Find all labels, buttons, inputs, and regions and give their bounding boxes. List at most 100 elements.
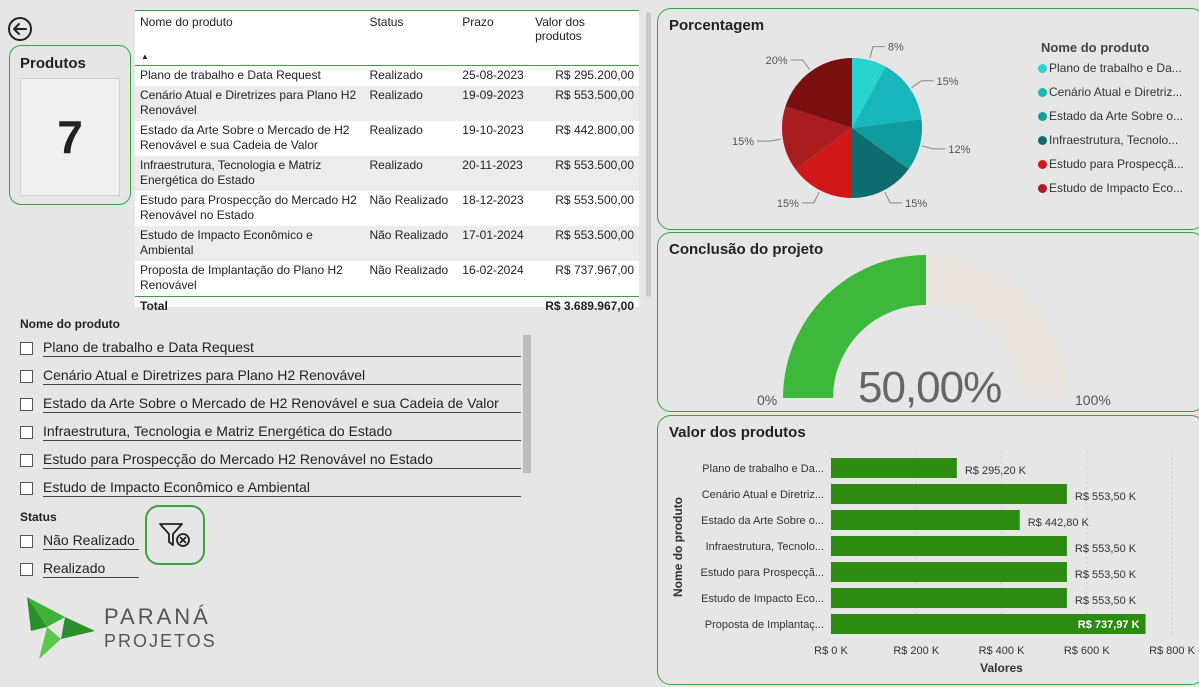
legend-item[interactable]: Infraestrutura, Tecnolo... — [1038, 133, 1178, 147]
bar[interactable] — [831, 510, 1020, 530]
legend-color-marker — [1038, 159, 1047, 169]
clear-filter-icon — [159, 523, 190, 547]
cell-status: Não Realizado — [369, 263, 449, 277]
cell-status: Realizado — [369, 68, 423, 82]
gauge-min-label: 0% — [757, 392, 778, 408]
x-tick-label: R$ 600 K — [1064, 645, 1111, 657]
legend-item-label: Infraestrutura, Tecnolo... — [1049, 133, 1179, 147]
table-row[interactable]: Cenário Atual e Diretrizes para Plano H2… — [135, 86, 639, 121]
table-row[interactable]: Estudo de Impacto Econômico e Ambiental N… — [135, 226, 639, 261]
pie-leader-line — [869, 46, 885, 59]
gauge-max-label: 100% — [1075, 392, 1111, 408]
pie-leader-line — [884, 191, 903, 204]
cell-status: Não Realizado — [369, 193, 449, 207]
legend-item[interactable]: Plano de trabalho e Da... — [1038, 61, 1182, 75]
table-row[interactable]: Estado da Arte Sobre o Mercado de H2 Ren… — [135, 121, 639, 156]
bar[interactable] — [831, 562, 1067, 582]
pie-chart[interactable]: 8% 15% 12% 15% 15% 15% 20% — [658, 9, 1018, 231]
bar[interactable] — [831, 458, 957, 478]
legend-color-marker — [1038, 183, 1047, 193]
slicer-status-item[interactable]: Realizado — [20, 558, 139, 580]
total-value: R$ 3.689.967,00 — [530, 296, 639, 317]
y-tick-label: Cenário Atual e Diretriz... — [702, 489, 824, 501]
legend-item[interactable]: Cenário Atual e Diretriz... — [1038, 85, 1182, 99]
bar-data-label: R$ 553,50 K — [1075, 569, 1137, 581]
slicer-scrollbar[interactable] — [523, 335, 531, 473]
cell-valor: R$ 737.967,00 — [555, 263, 634, 277]
cell-prazo: 19-10-2023 — [462, 123, 524, 137]
cell-status: Realizado — [364, 156, 458, 191]
slicer-nome-item[interactable]: Estudo de Impacto Econômico e Ambiental — [20, 477, 521, 499]
back-button[interactable] — [6, 15, 36, 45]
cell-prazo: 25-08-2023 — [462, 68, 524, 82]
clear-filters-button[interactable] — [145, 505, 205, 565]
pie-slice-label: 12% — [948, 144, 970, 156]
legend-item[interactable]: Estudo de Impacto Eco... — [1038, 181, 1183, 195]
slicer-nome-item[interactable]: Plano de trabalho e Data Request — [20, 337, 521, 359]
bar-chart-panel: Valor dos produtos R$ 0 K R$ 200 K R$ 400 … — [657, 415, 1199, 685]
table-header-row: Nome do produto ▲ Status Prazo Valor dos … — [135, 11, 639, 66]
bar-chart[interactable]: R$ 0 K R$ 200 K R$ 400 K R$ 600 K R$ 800 K Pl… — [658, 416, 1199, 686]
slicer-nome-item-label: Cenário Atual e Diretrizes para Plano H2… — [43, 367, 521, 385]
checkbox[interactable] — [20, 341, 33, 355]
cell-status: Não Realizado — [364, 226, 458, 261]
cell-prazo: 17-01-2024 — [457, 226, 531, 261]
legend-item-label: Estudo de Impacto Eco... — [1049, 181, 1184, 195]
produtos-count: 7 — [20, 78, 120, 196]
y-tick-label: Estudo de Impacto Eco... — [701, 593, 824, 605]
bar[interactable] — [831, 536, 1067, 556]
checkbox[interactable] — [20, 369, 33, 383]
bar[interactable] — [831, 484, 1067, 504]
slicer-nome-item[interactable]: Estudo para Prospecção do Mercado H2 Ren… — [20, 449, 521, 471]
bar[interactable] — [831, 588, 1067, 608]
gauge-panel: Conclusão do projeto 50,00% 0% 100% — [657, 232, 1199, 412]
legend-item[interactable]: Estado da Arte Sobre o... — [1038, 109, 1183, 123]
legend-item-label: Estudo para Prospecçã... — [1049, 157, 1184, 171]
cell-nome: Estudo para Prospecção do Mercado H2 Ren… — [140, 193, 357, 222]
column-header-nome[interactable]: Nome do produto ▲ — [135, 11, 365, 66]
checkbox[interactable] — [20, 534, 33, 548]
table-scrollbar[interactable] — [646, 12, 651, 297]
pie-chart-panel: Porcentagem 8% 15% 12% 15% 15% 15% 20% Nome do… — [657, 8, 1199, 230]
column-header-prazo[interactable]: Prazo — [457, 11, 531, 66]
slicer-nome-item[interactable]: Cenário Atual e Diretrizes para Plano H2… — [20, 365, 521, 387]
table-row[interactable]: Proposta de Implantação do Plano H2 Reno… — [135, 261, 639, 297]
slicer-nome-item[interactable]: Infraestrutura, Tecnologia e Matriz Ener… — [20, 421, 521, 443]
checkbox[interactable] — [20, 481, 33, 495]
cell-valor: R$ 553.500,00 — [530, 226, 639, 261]
pie-leader-line — [911, 80, 934, 88]
pie-leader-line — [921, 145, 946, 150]
cell-nome: Estado da Arte Sobre o Mercado de H2 Ren… — [140, 123, 350, 152]
x-tick-label: R$ 200 K — [893, 645, 940, 657]
y-tick-label: Plano de trabalho e Da... — [702, 463, 824, 475]
y-tick-label: Infraestrutura, Tecnolo... — [706, 541, 824, 553]
slicer-nome-item[interactable]: Estado da Arte Sobre o Mercado de H2 Ren… — [20, 393, 521, 415]
pie-slice-label: 15% — [732, 136, 754, 148]
column-header-status[interactable]: Status — [364, 11, 458, 66]
cell-nome: Infraestrutura, Tecnologia e Matriz Ener… — [135, 156, 365, 191]
pie-leader-line — [790, 59, 811, 71]
checkbox[interactable] — [20, 397, 33, 411]
cell-nome: Estudo de Impacto Econômico e Ambiental — [135, 226, 365, 261]
slicer-status-item-label: Não Realizado — [43, 532, 139, 550]
legend-item[interactable]: Estudo para Prospecçã... — [1038, 157, 1184, 171]
table-total-row: Total R$ 3.689.967,00 — [135, 296, 639, 317]
bar-data-label: R$ 553,50 K — [1075, 543, 1137, 555]
slicer-nome-item-label: Plano de trabalho e Data Request — [43, 339, 521, 357]
pie-slice-label: 15% — [936, 76, 958, 88]
table-row[interactable]: Plano de trabalho e Data Request Realizad… — [135, 66, 639, 87]
legend-item-label: Estado da Arte Sobre o... — [1049, 109, 1184, 123]
bar-data-label: R$ 442,80 K — [1028, 517, 1090, 529]
checkbox[interactable] — [20, 425, 33, 439]
y-tick-label: Estado da Arte Sobre o... — [701, 515, 824, 527]
bar-data-label: R$ 737,97 K — [1078, 619, 1140, 631]
table-row[interactable]: Infraestrutura, Tecnologia e Matriz Ener… — [135, 156, 639, 191]
column-header-valor[interactable]: Valor dos produtos — [530, 11, 639, 66]
checkbox[interactable] — [20, 562, 33, 576]
table-row[interactable]: Estudo para Prospecção do Mercado H2 Ren… — [135, 191, 639, 226]
checkbox[interactable] — [20, 453, 33, 467]
pie-leader-line — [801, 191, 820, 204]
slicer-status-item[interactable]: Não Realizado — [20, 530, 139, 552]
legend-item-label: Plano de trabalho e Da... — [1049, 61, 1182, 75]
cell-status: Realizado — [364, 86, 458, 121]
